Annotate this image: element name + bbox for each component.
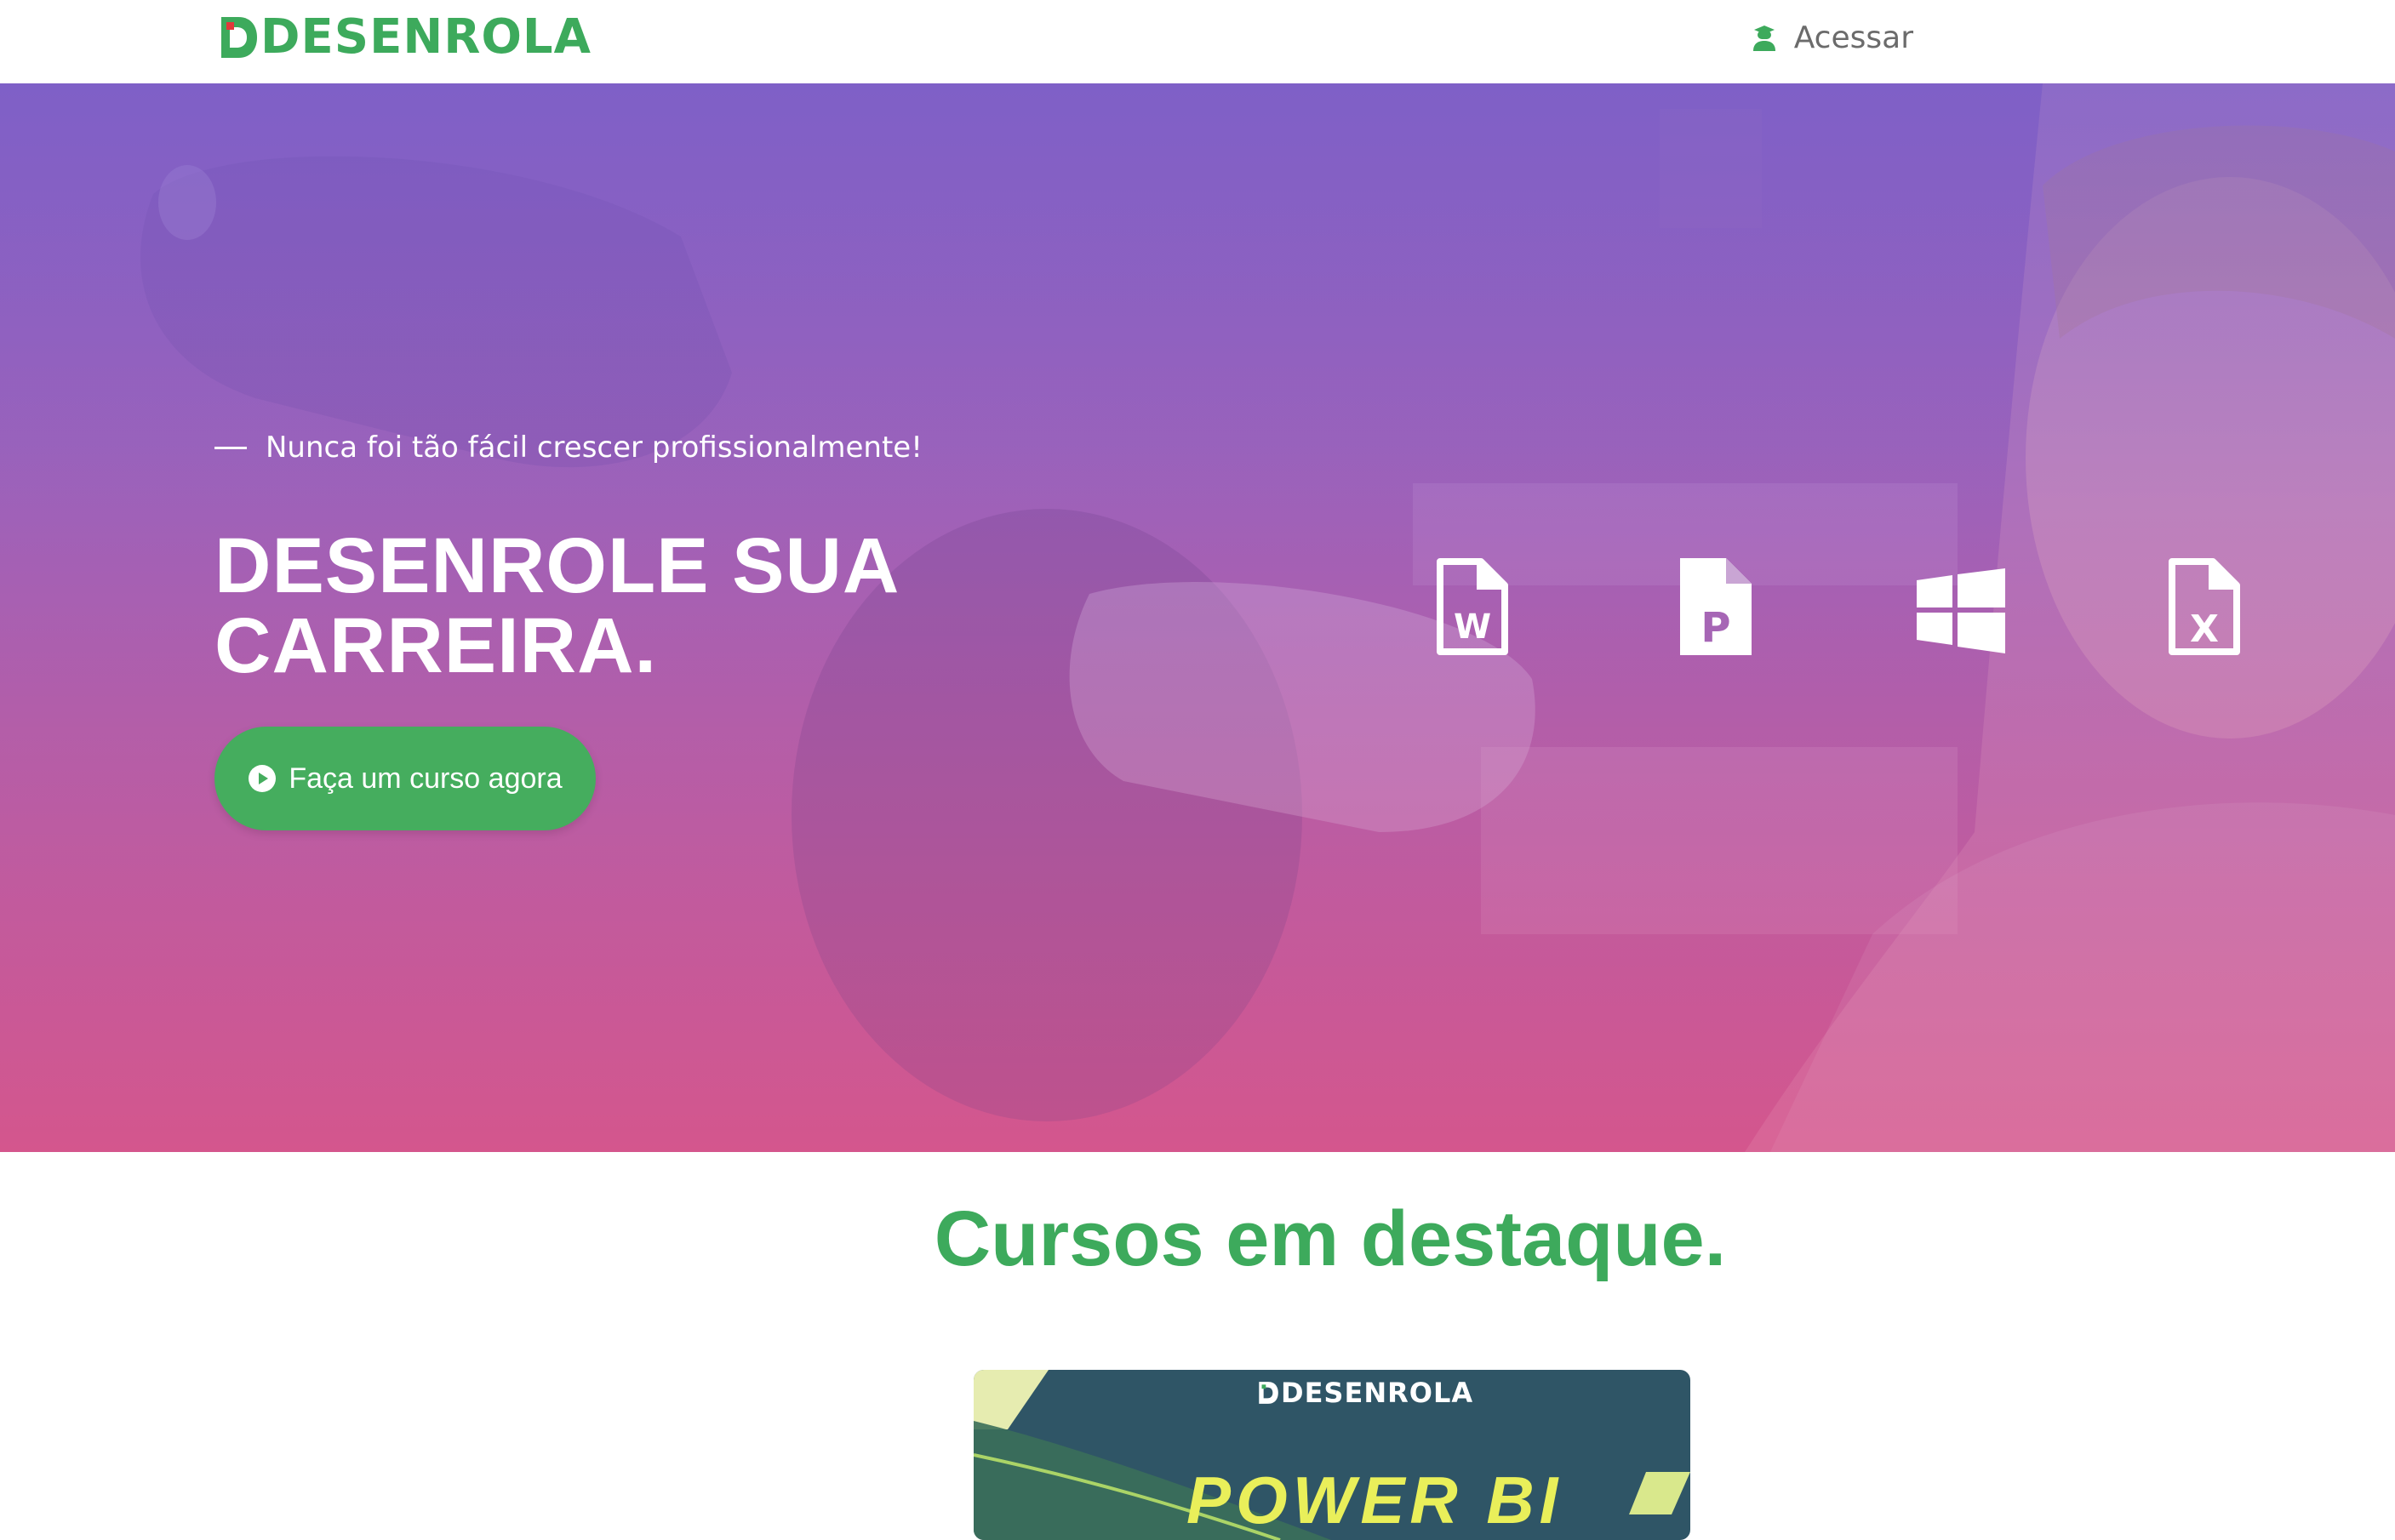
course-card[interactable]: DESENROLA POWER BI	[974, 1370, 1690, 1540]
login-link[interactable]: Acessar	[1750, 15, 1913, 60]
start-course-button[interactable]: Faça um curso agora	[214, 727, 596, 830]
hero-title-line-2: CARREIRA.	[214, 602, 658, 689]
logo-d-mark-icon	[1259, 1382, 1278, 1404]
excel-file-icon[interactable]: X	[2165, 556, 2242, 659]
logo-text: DESENROLA	[260, 9, 592, 65]
hero-banner: Nunca foi tão fácil crescer profissional…	[0, 83, 2395, 1152]
start-course-label: Faça um curso agora	[289, 761, 563, 795]
play-circle-icon	[249, 765, 277, 792]
hero-title: DESENROLE SUA CARREIRA.	[214, 526, 1066, 686]
card-logo: DESENROLA	[1257, 1377, 1473, 1409]
hero-title-line-1: DESENROLE SUA	[214, 522, 900, 609]
windows-icon[interactable]	[1917, 568, 2005, 670]
featured-courses-title: Cursos em destaque.	[934, 1195, 1727, 1282]
svg-text:X: X	[2190, 607, 2219, 651]
site-logo[interactable]: DESENROLA	[218, 12, 592, 63]
tagline-text: Nunca foi tão fácil crescer profissional…	[266, 431, 923, 465]
tagline-dash	[214, 446, 247, 449]
svg-text:P: P	[1701, 604, 1730, 652]
login-label: Acessar	[1793, 20, 1913, 55]
card-logo-text: DESENROLA	[1281, 1377, 1474, 1409]
logo-d-mark-icon	[221, 17, 257, 58]
site-header: DESENROLA Acessar	[0, 0, 2395, 83]
svg-text:W: W	[1454, 607, 1491, 647]
word-file-icon[interactable]: W	[1433, 556, 1510, 659]
powerpoint-file-icon[interactable]: P	[1677, 556, 1753, 659]
hero-tagline: Nunca foi tão fácil crescer profissional…	[214, 431, 923, 465]
student-user-icon	[1752, 26, 1775, 51]
